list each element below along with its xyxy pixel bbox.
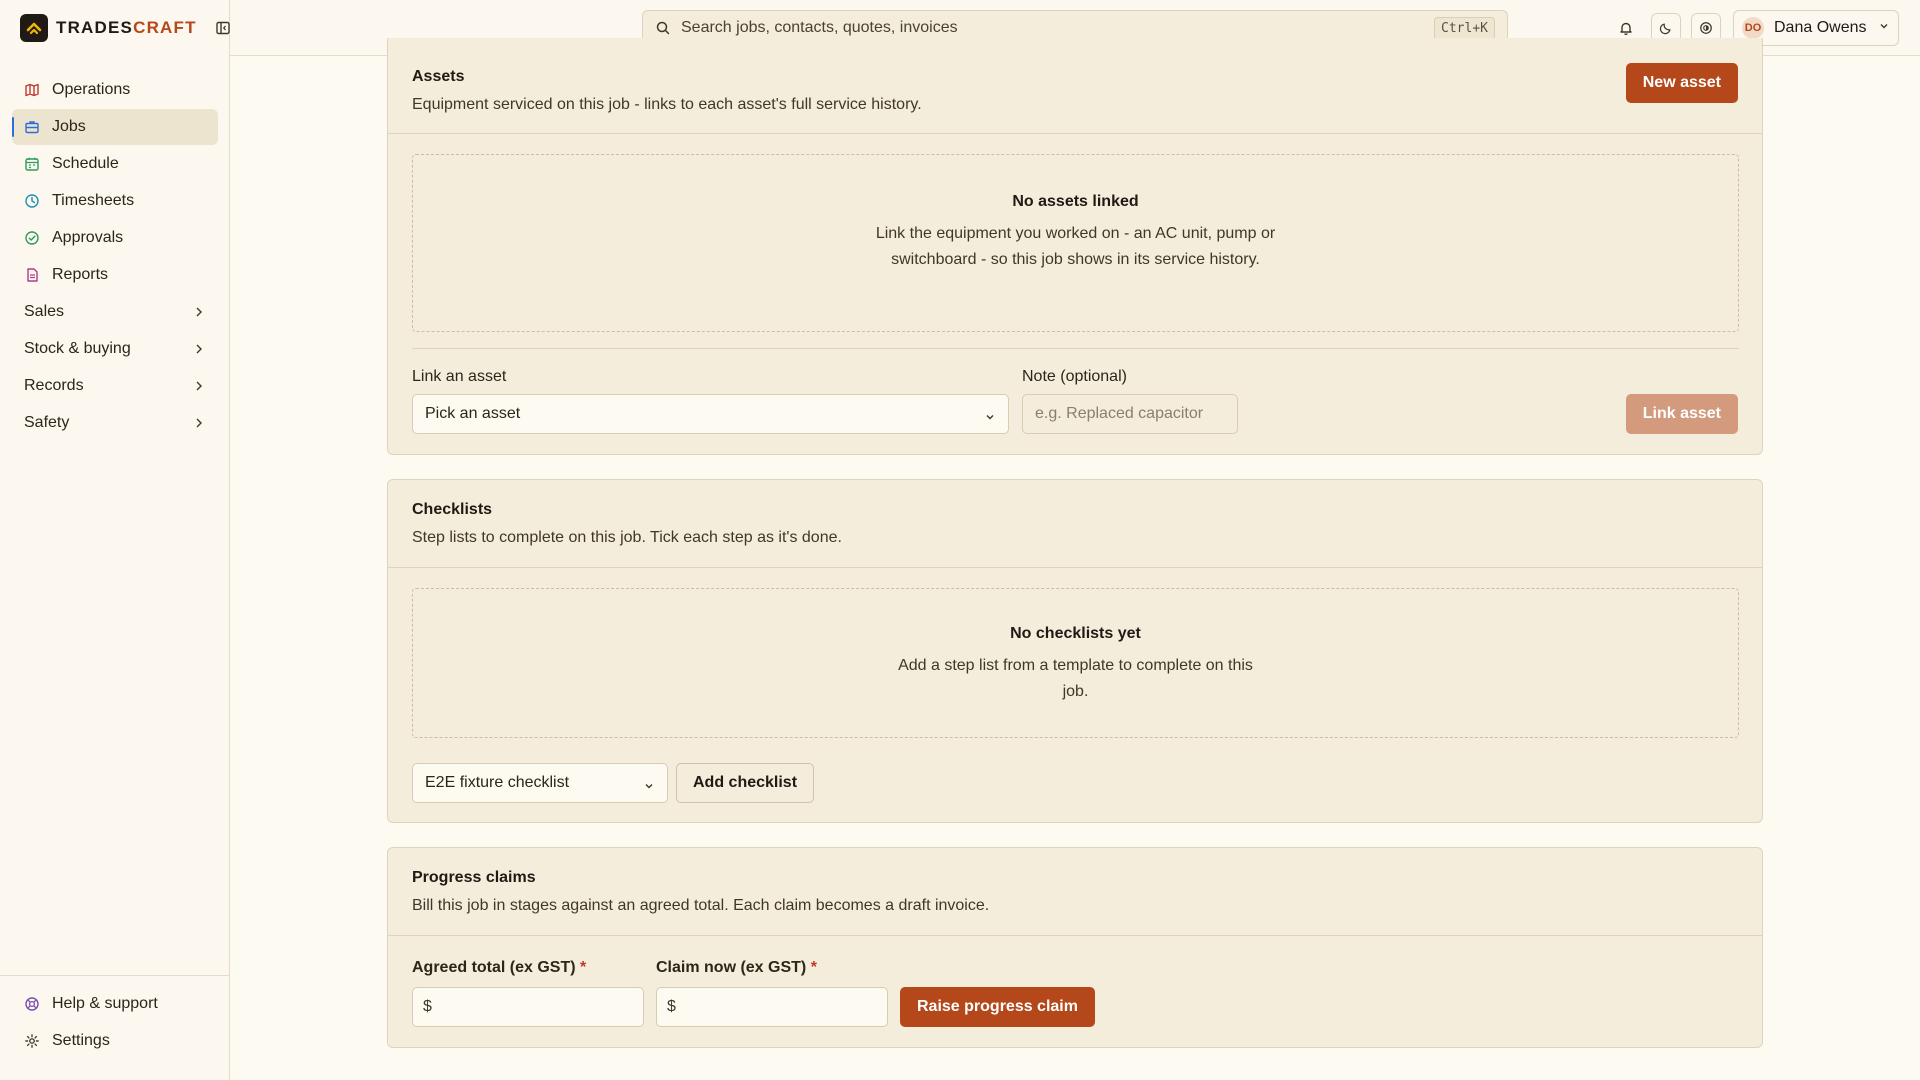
- sidebar-footer: Help & support Settings: [0, 975, 229, 1080]
- sidebar-item-label: Jobs: [52, 118, 86, 135]
- chevron-right-icon: [194, 416, 204, 435]
- note-input[interactable]: e.g. Replaced capacitor: [1022, 394, 1238, 434]
- moon-icon: [1659, 23, 1671, 35]
- clock-icon: [24, 193, 40, 209]
- bell-icon: [1620, 22, 1632, 36]
- sidebar-item-label: Reports: [52, 266, 109, 283]
- asset-select[interactable]: Pick an asset: [412, 394, 1009, 434]
- raise-progress-claim-button[interactable]: Raise progress claim: [900, 987, 1095, 1027]
- user-name: Dana Owens: [1774, 19, 1867, 36]
- chevron-down-icon: [643, 779, 655, 797]
- progress-claims-title: Progress claims: [412, 869, 536, 886]
- sidebar-item-label: Schedule: [52, 155, 119, 172]
- brand: TRADESCRAFT: [20, 14, 233, 42]
- progress-claims-card-header: Progress claims Bill this job in stages …: [388, 848, 1762, 936]
- chevron-down-icon: [1878, 19, 1890, 37]
- calendar-icon: [24, 156, 40, 172]
- sidebar-item-label: Approvals: [52, 229, 124, 246]
- link-asset-button[interactable]: Link asset: [1625, 394, 1738, 434]
- progress-claims-subtitle: Bill this job in stages against an agree…: [412, 897, 990, 914]
- contrast-icon: [1700, 22, 1712, 34]
- checklist-template-select[interactable]: E2E fixture checklist: [412, 763, 668, 803]
- sidebar-group-sales[interactable]: Sales: [12, 294, 218, 330]
- sidebar-group-safety[interactable]: Safety: [12, 405, 218, 441]
- checklists-title: Checklists: [412, 501, 493, 518]
- logo-icon: [26, 22, 42, 35]
- sidebar-item-schedule[interactable]: Schedule: [12, 146, 218, 182]
- assets-subtitle: Equipment serviced on this job - links t…: [412, 96, 922, 113]
- claim-now-label: Claim now (ex GST) *: [656, 959, 817, 976]
- search-shortcut-hint: Ctrl+K: [1434, 16, 1495, 40]
- assets-empty-state: No assets linked Link the equipment you …: [412, 154, 1739, 332]
- asset-select-value: Pick an asset: [425, 405, 521, 422]
- checklists-empty-state: No checklists yet Add a step list from a…: [412, 588, 1739, 738]
- claim-now-input[interactable]: $: [656, 987, 888, 1027]
- sidebar-item-label: Timesheets: [52, 192, 135, 209]
- add-checklist-button[interactable]: Add checklist: [676, 763, 815, 803]
- agreed-total-input[interactable]: $: [412, 987, 644, 1027]
- checklists-subtitle: Step lists to complete on this job. Tick…: [412, 529, 842, 546]
- help-circle-icon: [24, 996, 40, 1012]
- currency-prefix: $: [423, 998, 432, 1015]
- assets-title: Assets: [412, 68, 465, 85]
- assets-card: Assets Equipment serviced on this job - …: [387, 38, 1763, 455]
- sidebar-group-records[interactable]: Records: [12, 368, 218, 404]
- sidebar-group-stock-buying[interactable]: Stock & buying: [12, 331, 218, 367]
- checklists-card: Checklists Step lists to complete on thi…: [387, 479, 1763, 823]
- assets-divider: [412, 348, 1739, 349]
- sidebar-item-settings[interactable]: Settings: [12, 1023, 217, 1059]
- sidebar-item-help[interactable]: Help & support: [12, 986, 217, 1022]
- chevron-right-icon: [194, 379, 204, 398]
- sidebar-item-label: Operations: [52, 81, 131, 98]
- chevron-right-icon: [194, 305, 204, 324]
- brand-logo[interactable]: [20, 14, 48, 42]
- brand-name: TRADESCRAFT: [56, 18, 197, 37]
- chevron-down-icon: [984, 410, 996, 428]
- sidebar-item-operations[interactable]: Operations: [12, 72, 218, 108]
- required-marker: *: [810, 959, 817, 976]
- sidebar: TRADESCRAFT Operations Jobs Schedule Tim…: [0, 0, 230, 1080]
- map-icon: [24, 82, 40, 98]
- new-asset-button[interactable]: New asset: [1625, 63, 1738, 103]
- chevron-right-icon: [194, 342, 204, 361]
- sidebar-item-jobs[interactable]: Jobs: [12, 109, 218, 145]
- search-input[interactable]: Search jobs, contacts, quotes, invoices: [681, 19, 1434, 37]
- sidebar-group-label: Safety: [24, 414, 70, 431]
- checklists-empty-text: Add a step list from a template to compl…: [898, 657, 1253, 700]
- required-marker: *: [580, 959, 587, 976]
- file-text-icon: [24, 267, 40, 283]
- sidebar-item-timesheets[interactable]: Timesheets: [12, 183, 218, 219]
- assets-card-header: Assets Equipment serviced on this job - …: [388, 38, 1762, 134]
- checklists-card-header: Checklists Step lists to complete on thi…: [388, 480, 1762, 568]
- briefcase-icon: [24, 119, 40, 135]
- sidebar-item-reports[interactable]: Reports: [12, 257, 218, 293]
- sidebar-item-label: Help & support: [52, 995, 158, 1012]
- sidebar-nav: Operations Jobs Schedule Timesheets Appr…: [12, 72, 218, 442]
- sidebar-item-label: Settings: [52, 1032, 110, 1049]
- note-label: Note (optional): [1022, 368, 1127, 385]
- link-asset-label: Link an asset: [412, 368, 507, 385]
- gear-icon: [24, 1033, 40, 1049]
- panel-left-icon: [216, 21, 230, 35]
- sidebar-item-approvals[interactable]: Approvals: [12, 220, 218, 256]
- avatar: DO: [1742, 17, 1764, 39]
- search-icon: [655, 20, 671, 36]
- assets-empty-title: No assets linked: [1012, 193, 1139, 210]
- sidebar-group-label: Records: [24, 377, 84, 394]
- assets-empty-text: Link the equipment you worked on - an AC…: [875, 225, 1276, 268]
- progress-claims-card: Progress claims Bill this job in stages …: [387, 847, 1763, 1048]
- check-circle-icon: [24, 230, 40, 246]
- checklist-template-value: E2E fixture checklist: [425, 774, 570, 791]
- agreed-total-label: Agreed total (ex GST) *: [412, 959, 587, 976]
- sidebar-group-label: Sales: [24, 303, 65, 320]
- checklists-empty-title: No checklists yet: [1010, 625, 1141, 642]
- currency-prefix: $: [667, 998, 676, 1015]
- sidebar-group-label: Stock & buying: [24, 340, 131, 357]
